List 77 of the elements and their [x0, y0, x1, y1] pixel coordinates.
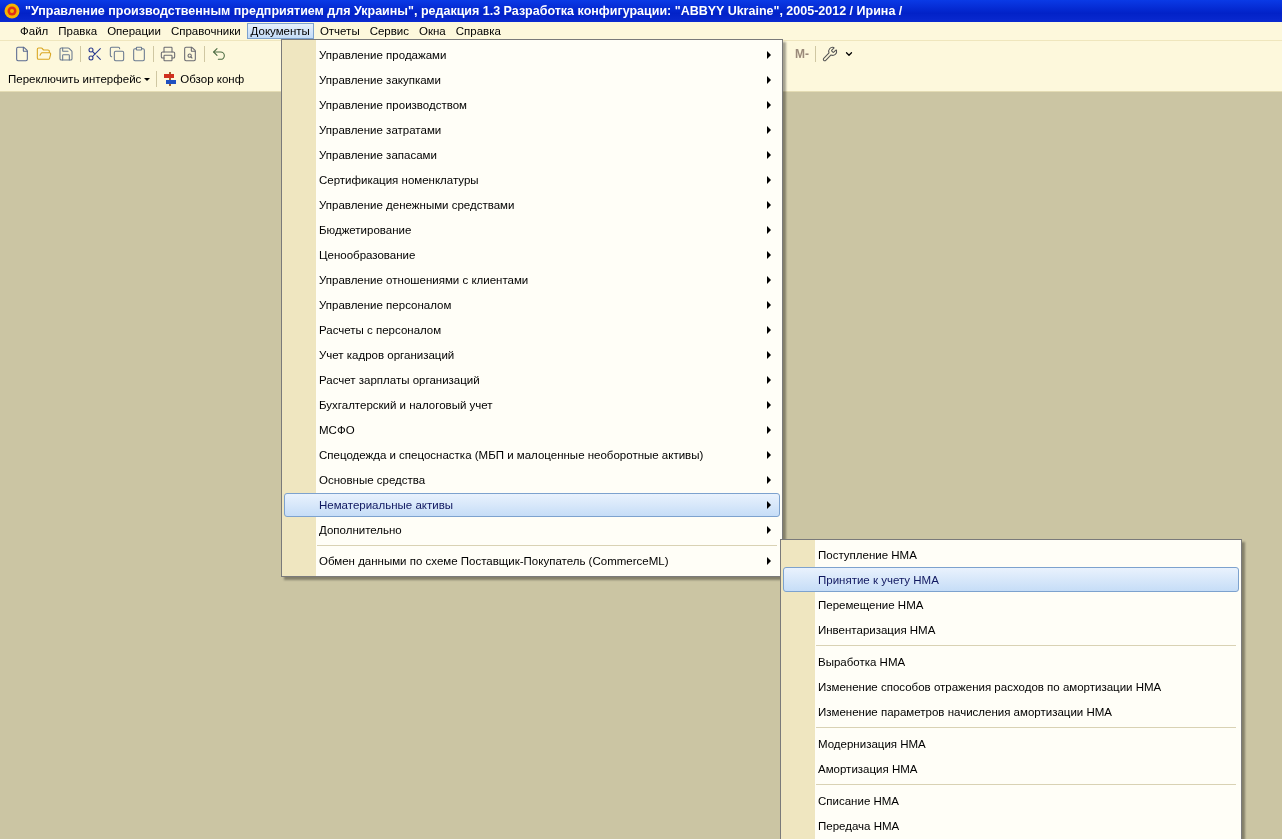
menu-item[interactable]: Выработка НМА [783, 649, 1239, 674]
menu-item[interactable]: Принятие к учету НМА [783, 567, 1239, 592]
new-document-icon[interactable] [14, 46, 30, 62]
menu-item[interactable]: Управление закупками [284, 68, 780, 92]
menu-title[interactable]: Операции [103, 23, 165, 39]
signpost-icon [163, 71, 178, 87]
submenu-arrow-icon [767, 557, 771, 565]
submenu-arrow-icon [767, 326, 771, 334]
scissors-icon[interactable] [87, 46, 103, 62]
menu-item[interactable]: Спецодежда и спецоснастка (МБП и малоценные необоротные активы) [284, 443, 780, 467]
menu-title[interactable]: Файл [16, 23, 53, 39]
submenu-arrow-icon [767, 526, 771, 534]
menu-item[interactable]: Обмен данными по схеме Поставщик-Покупатель (CommerceML) [284, 549, 780, 573]
menu-item[interactable]: Бюджетирование [284, 218, 780, 242]
submenu-arrow-icon [767, 451, 771, 459]
caret-icon[interactable] [844, 49, 854, 59]
copy-icon[interactable] [109, 46, 125, 62]
menu-item[interactable]: Амортизация НМА [783, 756, 1239, 781]
submenu-arrow-icon [767, 351, 771, 359]
logo-icon [4, 3, 20, 19]
menu-item[interactable]: Основные средства [284, 468, 780, 492]
menu-title[interactable]: Справка [451, 23, 505, 39]
submenu-arrow-icon [767, 151, 771, 159]
menu-item[interactable]: Расчеты с персоналом [284, 318, 780, 342]
menu-item[interactable]: Ценообразование [284, 243, 780, 267]
menu-item[interactable]: Перемещение НМА [783, 592, 1239, 617]
save-icon[interactable] [58, 46, 74, 62]
interface-dropdown[interactable]: Переключить интерфейс [8, 73, 151, 85]
menu-item[interactable]: Нематериальные активы [284, 493, 780, 517]
menu-item[interactable]: Модернизация НМА [783, 731, 1239, 756]
submenu-arrow-icon [767, 226, 771, 234]
submenu-arrow-icon [767, 301, 771, 309]
menu-item[interactable]: Расчет зарплаты организаций [284, 368, 780, 392]
undo-icon[interactable] [211, 46, 227, 62]
menu-item[interactable]: Управление продажами [284, 43, 780, 67]
submenu-arrow-icon [767, 376, 771, 384]
submenu-arrow-icon [767, 76, 771, 84]
submenu-arrow-icon [767, 401, 771, 409]
submenu-arrow-icon [767, 276, 771, 284]
menu-title[interactable]: Справочники [166, 23, 245, 39]
printer-icon[interactable] [160, 46, 176, 62]
menu-title[interactable]: Окна [415, 23, 450, 39]
window-title: "Управление производственным предприятием для Украины", редакция 1.3 Разработка конфигурации: "ABBYY Ukraine", 2005-2012 / Ирина / [25, 4, 903, 18]
submenu-arrow-icon [767, 476, 771, 484]
menu-item[interactable]: Списание НМА [783, 788, 1239, 813]
menu-item[interactable]: Поступление НМА [783, 542, 1239, 567]
menu-item[interactable]: Управление затратами [284, 118, 780, 142]
submenu-arrow-icon [767, 501, 771, 509]
menu-title[interactable]: Сервис [365, 23, 414, 39]
menu-item[interactable]: Учет кадров организаций [284, 343, 780, 367]
submenu-arrow-icon [767, 126, 771, 134]
menu-title[interactable]: Документы [246, 23, 314, 39]
menu-item[interactable]: Управление запасами [284, 143, 780, 167]
menu-item[interactable]: Управление отношениями с клиентами [284, 268, 780, 292]
toolbar-button[interactable]: Обзор конф [163, 71, 245, 87]
menu-title[interactable]: Правка [54, 23, 102, 39]
submenu-arrow-icon [767, 51, 771, 59]
preview-icon[interactable] [182, 46, 198, 62]
submenu-arrow-icon [767, 101, 771, 109]
menu-item[interactable]: Управление производством [284, 93, 780, 117]
menu-item[interactable]: Дополнительно [284, 518, 780, 542]
menu-item[interactable]: Инвентаризация НМА [783, 617, 1239, 642]
submenu-arrow-icon [767, 176, 771, 184]
submenu-arrow-icon [767, 251, 771, 259]
menu-item[interactable]: Передача НМА [783, 813, 1239, 838]
menu-item[interactable]: Изменение параметров начисления амортизации НМА [783, 699, 1239, 724]
menu-item[interactable]: Сертификация номенклатуры [284, 168, 780, 192]
menu-item[interactable]: Управление персоналом [284, 293, 780, 317]
clipboard-icon[interactable] [131, 46, 147, 62]
menu-title[interactable]: Отчеты [315, 23, 364, 39]
submenu-arrow-icon [767, 201, 771, 209]
submenu-arrow-icon [767, 426, 771, 434]
menu-item[interactable]: Бухгалтерский и налоговый учет [284, 393, 780, 417]
menu-item[interactable]: МСФО [284, 418, 780, 442]
wrench-icon[interactable] [822, 46, 838, 62]
menu-item[interactable]: Управление денежными средствами [284, 193, 780, 217]
menu-item[interactable]: Изменение способов отражения расходов по амортизации НМА [783, 674, 1239, 699]
